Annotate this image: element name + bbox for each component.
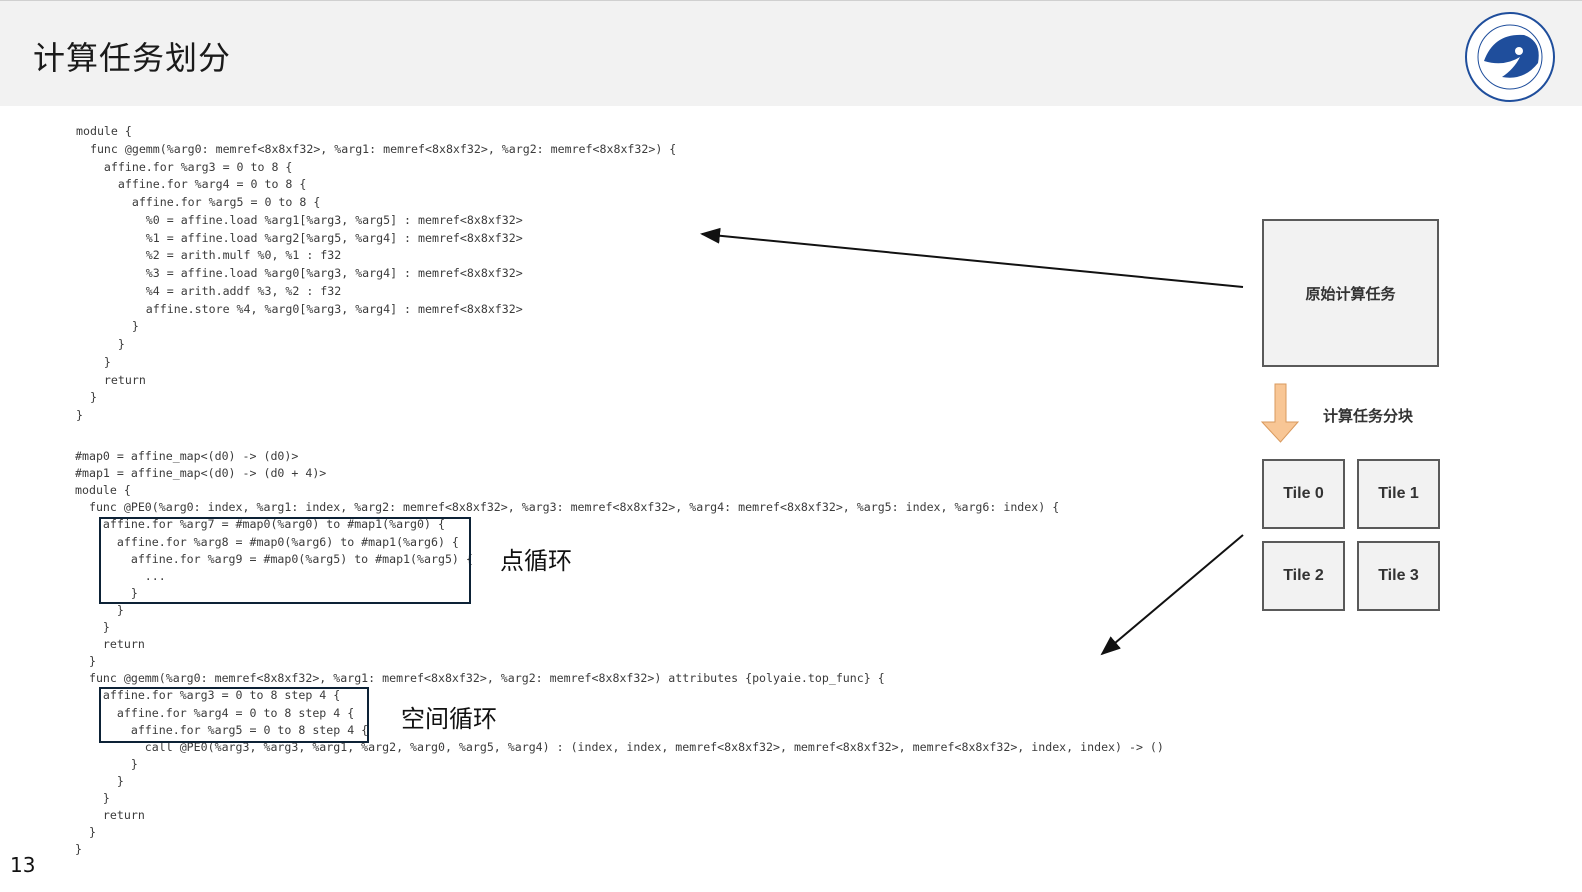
split-down-arrow-icon <box>1260 383 1300 443</box>
original-task-box: 原始计算任务 <box>1262 219 1439 367</box>
page-number: 13 <box>10 853 36 877</box>
split-label: 计算任务分块 <box>1323 407 1414 425</box>
tile-0: Tile 0 <box>1262 459 1345 529</box>
tile-3: Tile 3 <box>1357 541 1440 611</box>
tile-1: Tile 1 <box>1357 459 1440 529</box>
tile-2: Tile 2 <box>1262 541 1345 611</box>
arrow-to-original-code <box>700 227 1244 288</box>
connector-arrows <box>700 227 1300 656</box>
arrow-to-tiled-code <box>1100 534 1244 656</box>
